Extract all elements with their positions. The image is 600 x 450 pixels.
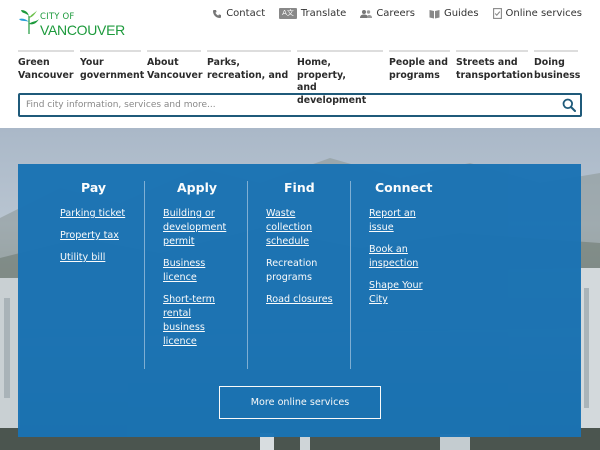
careers-label: Careers (376, 8, 415, 19)
apply-heading: Apply (177, 180, 218, 195)
more-online-services-button[interactable]: More online services (219, 386, 381, 419)
apply-column: Apply Building or development permit Bus… (163, 180, 243, 357)
document-check-icon (492, 8, 502, 19)
contact-link[interactable]: Contact (212, 8, 265, 19)
phone-icon (212, 9, 222, 19)
pay-parking-ticket-link[interactable]: Parking ticket (60, 207, 140, 221)
find-column: Find Waste collection schedule Recreatio… (266, 180, 346, 315)
translate-label: Translate (300, 8, 347, 19)
find-heading: Find (284, 180, 315, 195)
nav-label-line2: Vancouver (147, 69, 203, 81)
column-divider (144, 181, 145, 369)
translate-link[interactable]: A文 Translate (279, 8, 346, 19)
nav-label-line2: programs (389, 69, 440, 81)
apply-building-permit-link[interactable]: Building or development permit (163, 207, 243, 249)
search-button[interactable] (558, 95, 580, 115)
nav-label-line1: Your (80, 57, 104, 68)
find-recreation-programs-link[interactable]: Recreation programs (266, 257, 324, 285)
find-waste-collection-link[interactable]: Waste collection schedule (266, 207, 324, 249)
online-services-panel: Pay Parking ticket Property tax Utility … (18, 164, 581, 437)
guides-link[interactable]: Guides (429, 8, 479, 19)
connect-heading: Connect (375, 180, 433, 195)
nav-label-line1: Home, property, (297, 57, 346, 81)
online-services-label: Online services (505, 8, 582, 19)
nav-label-line1: People and (389, 57, 448, 68)
guides-label: Guides (443, 8, 479, 19)
pay-column: Pay Parking ticket Property tax Utility … (60, 180, 140, 273)
nav-label-line1: Green (18, 57, 50, 68)
search-input[interactable] (20, 95, 558, 115)
apply-business-licence-link[interactable]: Business licence (163, 257, 213, 285)
find-road-closures-link[interactable]: Road closures (266, 293, 346, 307)
connect-shape-your-city-link[interactable]: Shape Your City (369, 279, 429, 307)
pay-heading: Pay (81, 180, 107, 195)
logo-city-of: CITY OF (40, 12, 75, 22)
translate-icon: A文 (279, 8, 297, 19)
leaf-logo-icon (19, 9, 39, 35)
hero-banner: Pay Parking ticket Property tax Utility … (0, 128, 600, 450)
search-icon (562, 98, 576, 112)
connect-report-issue-link[interactable]: Report an issue (369, 207, 421, 235)
nav-label-line2: Vancouver (18, 69, 74, 81)
column-divider (350, 181, 351, 369)
utility-nav: Contact A文 Translate Careers Guides Onli… (212, 8, 582, 19)
contact-label: Contact (226, 8, 266, 19)
site-search (18, 93, 582, 117)
nav-label-line1: Doing (534, 57, 565, 68)
nav-label-line2: government (80, 69, 145, 81)
careers-link[interactable]: Careers (360, 8, 415, 19)
online-services-link[interactable]: Online services (492, 8, 582, 19)
nav-label-line2: business (534, 69, 581, 81)
book-icon (429, 9, 440, 19)
city-logo[interactable]: CITY OF VANCOUVER (18, 6, 125, 42)
nav-label-line2: transportation (456, 69, 534, 81)
apply-short-term-rental-link[interactable]: Short-term rental business licence (163, 293, 219, 349)
column-divider (247, 181, 248, 369)
logo-vancouver: VANCOUVER (40, 22, 125, 38)
nav-label-line1: Streets and (456, 57, 518, 68)
nav-label-line1: Parks, (207, 57, 240, 68)
connect-book-inspection-link[interactable]: Book an inspection (369, 243, 421, 271)
nav-label-line2: recreation, and (207, 69, 289, 81)
people-icon (360, 9, 373, 19)
pay-utility-bill-link[interactable]: Utility bill (60, 251, 140, 265)
connect-column: Connect Report an issue Book an inspecti… (369, 180, 449, 315)
pay-property-tax-link[interactable]: Property tax (60, 229, 140, 243)
nav-label-line1: About (147, 57, 179, 68)
